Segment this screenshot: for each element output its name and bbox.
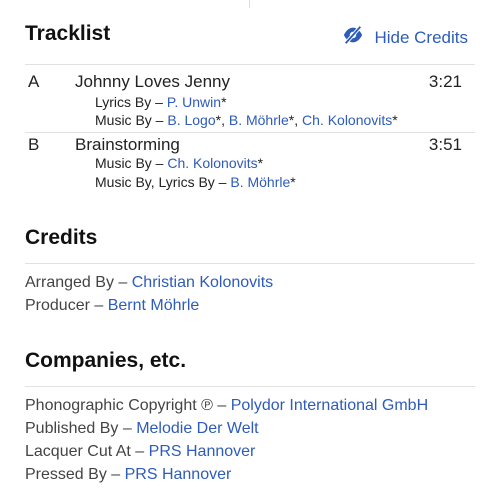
company-item: Pressed By – PRS Hannover xyxy=(25,463,428,486)
company-role: Phonographic Copyright ℗ – xyxy=(25,397,227,414)
hide-credits-label: Hide Credits xyxy=(374,27,468,47)
company-role: Lacquer Cut At – xyxy=(25,443,145,460)
artist-link[interactable]: Ch. Kolonovits xyxy=(302,112,392,128)
credit-link[interactable]: Christian Kolonovits xyxy=(132,274,273,291)
company-role: Published By – xyxy=(25,420,132,437)
credits-list: Arranged By – Christian Kolonovits Produ… xyxy=(25,271,273,317)
track-duration: 3:21 xyxy=(428,72,462,91)
eye-off-icon xyxy=(342,24,374,51)
track-position: B xyxy=(28,135,40,154)
track-credit-line: Lyrics By – P. Unwin* xyxy=(95,94,227,110)
track-row: B Brainstorming 3:51 Music By – Ch. Kolo… xyxy=(25,135,475,195)
credits-divider xyxy=(25,263,475,264)
artist-link[interactable]: B. Möhrle xyxy=(229,112,289,128)
credit-item: Arranged By – Christian Kolonovits xyxy=(25,271,273,294)
company-item: Phonographic Copyright ℗ – Polydor Inter… xyxy=(25,394,428,417)
credit-role: Arranged By – xyxy=(25,274,128,291)
credit-role: Music By – xyxy=(95,112,164,128)
tracklist-divider xyxy=(25,64,475,65)
company-link[interactable]: PRS Hannover xyxy=(149,443,256,460)
company-link[interactable]: PRS Hannover xyxy=(125,466,232,483)
company-link[interactable]: Polydor International GmbH xyxy=(231,397,428,414)
artist-link[interactable]: B. Logo xyxy=(167,112,215,128)
track-duration: 3:51 xyxy=(428,135,462,154)
company-item: Published By – Melodie Der Welt xyxy=(25,417,428,440)
track-credit-line: Music By – Ch. Kolonovits* xyxy=(95,155,264,171)
credit-role: Music By, Lyrics By – xyxy=(95,174,227,190)
track-title: Brainstorming xyxy=(75,135,180,154)
company-item: Lacquer Cut At – PRS Hannover xyxy=(25,440,428,463)
top-divider xyxy=(249,0,250,8)
credit-role: Music By – xyxy=(95,155,164,171)
artist-link[interactable]: P. Unwin xyxy=(167,94,221,110)
track-position: A xyxy=(28,72,40,91)
track-row: A Johnny Loves Jenny 3:21 Lyrics By – P.… xyxy=(25,72,475,132)
credit-role: Producer – xyxy=(25,297,104,314)
track-credit-line: Music By – B. Logo*, B. Möhrle*, Ch. Kol… xyxy=(95,112,398,128)
credit-link[interactable]: Bernt Möhrle xyxy=(108,297,200,314)
credit-item: Producer – Bernt Möhrle xyxy=(25,294,273,317)
tracklist-heading: Tracklist xyxy=(25,22,111,45)
credit-role: Lyrics By – xyxy=(95,94,163,110)
artist-link[interactable]: B. Möhrle xyxy=(230,174,290,190)
hide-credits-button[interactable]: Hide Credits xyxy=(342,24,468,51)
companies-list: Phonographic Copyright ℗ – Polydor Inter… xyxy=(25,394,428,486)
track-divider xyxy=(25,132,475,133)
companies-divider xyxy=(25,386,475,387)
track-credit-line: Music By, Lyrics By – B. Möhrle* xyxy=(95,174,296,190)
companies-heading: Companies, etc. xyxy=(25,349,187,372)
credits-heading: Credits xyxy=(25,226,98,249)
track-title: Johnny Loves Jenny xyxy=(75,72,230,91)
company-role: Pressed By – xyxy=(25,466,121,483)
company-link[interactable]: Melodie Der Welt xyxy=(136,420,258,437)
artist-link[interactable]: Ch. Kolonovits xyxy=(167,155,257,171)
